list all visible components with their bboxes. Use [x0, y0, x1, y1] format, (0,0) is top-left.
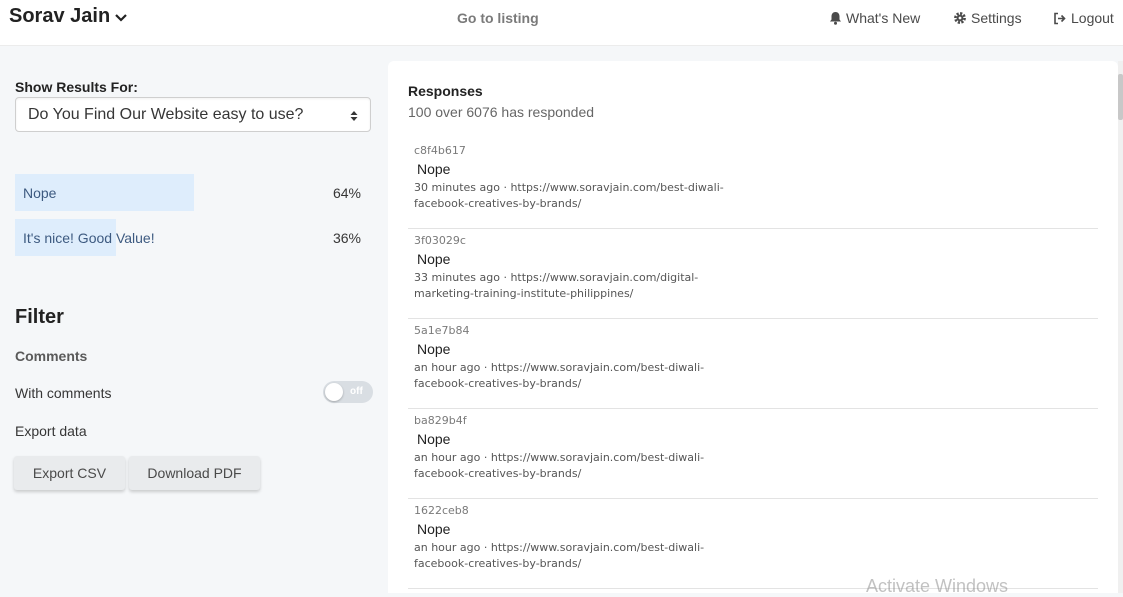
logout-label: Logout — [1071, 10, 1114, 26]
account-switcher[interactable]: Sorav Jain — [9, 5, 127, 28]
export-data-label: Export data — [15, 423, 87, 439]
response-answer: Nope — [417, 161, 451, 177]
result-row: It's nice! Good Value! 36% — [15, 219, 361, 256]
comments-heading: Comments — [15, 348, 88, 364]
download-pdf-button[interactable]: Download PDF — [129, 456, 260, 490]
gear-icon — [954, 12, 966, 24]
result-row: Nope 64% — [15, 174, 361, 211]
response-meta: an hour ago · https://www.soravjain.com/… — [414, 541, 705, 570]
result-percent: 64% — [332, 185, 361, 201]
chevron-down-icon — [115, 14, 127, 22]
sidebar: Show Results For: Do You Find Our Websit… — [0, 46, 388, 593]
toggle-state: off — [350, 386, 363, 397]
with-comments-toggle[interactable]: off — [323, 381, 373, 403]
go-to-listing-link[interactable]: Go to listing — [457, 10, 539, 26]
question-select-value: Do You Find Our Website easy to use? — [28, 105, 304, 123]
response-answer: Nope — [417, 431, 451, 447]
whats-new-label: What's New — [846, 10, 921, 26]
response-id: 5a1e7b84 — [414, 324, 470, 337]
response-item[interactable]: 5a1e7b84 Nope an hour ago · https://www.… — [408, 318, 1098, 409]
response-meta: 33 minutes ago · https://www.soravjain.c… — [414, 271, 699, 300]
whats-new-link[interactable]: What's New — [829, 10, 920, 26]
response-meta: 30 minutes ago · https://www.soravjain.c… — [414, 181, 724, 210]
responses-summary: 100 over 6076 has responded — [408, 104, 595, 120]
response-answer: Nope — [417, 251, 451, 267]
export-csv-button[interactable]: Export CSV — [14, 456, 125, 490]
result-percent: 36% — [332, 230, 361, 246]
response-meta: an hour ago · https://www.soravjain.com/… — [414, 451, 705, 480]
settings-link[interactable]: Settings — [953, 10, 1022, 26]
top-bar: Sorav Jain Go to listing What's New Sett… — [0, 0, 1123, 46]
response-item[interactable]: ba829b4f Nope an hour ago · https://www.… — [408, 408, 1098, 499]
settings-label: Settings — [971, 10, 1022, 26]
brand-name: Sorav Jain — [9, 5, 111, 27]
scrollbar-track[interactable] — [1118, 61, 1123, 593]
with-comments-label: With comments — [15, 385, 112, 401]
result-label: It's nice! Good Value! — [23, 230, 155, 246]
response-id: ba829b4f — [414, 414, 467, 427]
filter-title: Filter — [15, 306, 64, 328]
responses-title: Responses — [408, 83, 483, 99]
scrollbar-thumb[interactable] — [1118, 74, 1123, 120]
logout-icon — [1054, 12, 1066, 24]
response-item[interactable]: c8f4b617 Nope 30 minutes ago · https://w… — [408, 138, 1098, 229]
bell-icon — [830, 12, 841, 25]
toggle-knob — [325, 383, 343, 401]
windows-activation-watermark: Activate Windows — [866, 576, 1009, 596]
response-meta: an hour ago · https://www.soravjain.com/… — [414, 361, 705, 390]
result-label: Nope — [23, 185, 57, 201]
question-select[interactable]: Do You Find Our Website easy to use? — [15, 97, 371, 132]
logout-link[interactable]: Logout — [1053, 10, 1114, 26]
select-arrows-icon — [350, 111, 358, 121]
responses-panel: Responses 100 over 6076 has responded c8… — [388, 61, 1118, 593]
response-answer: Nope — [417, 341, 451, 357]
response-answer: Nope — [417, 521, 451, 537]
response-id: c8f4b617 — [414, 144, 466, 157]
response-item[interactable]: 3f03029c Nope 33 minutes ago · https://w… — [408, 228, 1098, 319]
show-results-label: Show Results For: — [15, 79, 138, 95]
response-id: 3f03029c — [414, 234, 466, 247]
response-id: 1622ceb8 — [414, 504, 469, 517]
